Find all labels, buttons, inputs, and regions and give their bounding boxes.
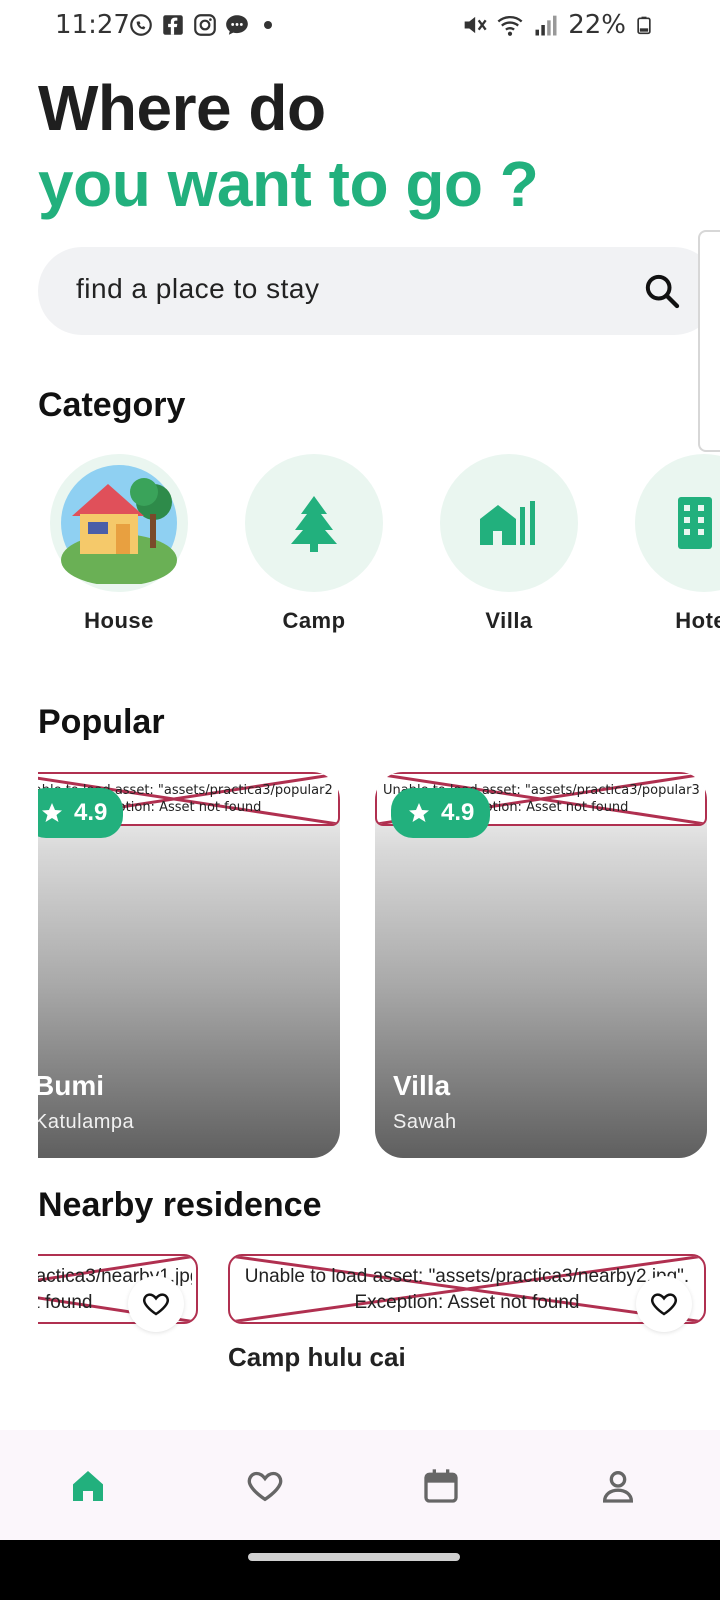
- signal-icon: [535, 15, 557, 36]
- category-list: House Camp Villa Hot: [0, 454, 720, 644]
- category-circle: [635, 454, 720, 592]
- nav-calendar[interactable]: [415, 1460, 467, 1512]
- title-line-2: you want to go ?: [38, 148, 539, 220]
- place-name: Bumi: [38, 1070, 104, 1101]
- system-gesture-bar: [0, 1540, 720, 1600]
- notification-icons: [128, 12, 272, 38]
- place-location: Katulampa: [38, 1111, 135, 1133]
- messages-icon: [226, 15, 248, 35]
- nearby-title: Nearby residence: [38, 1186, 322, 1224]
- category-label: House: [84, 608, 154, 633]
- calendar-icon: [424, 1469, 458, 1503]
- category-label: Villa: [485, 608, 533, 633]
- wifi-icon: [497, 15, 523, 36]
- category-title: Category: [38, 386, 186, 424]
- popular-card[interactable]: Unable to load asset: "assets/practica3/…: [375, 772, 707, 1158]
- person-icon: [602, 1471, 634, 1503]
- battery-icon: [637, 16, 651, 35]
- star-icon: [409, 803, 429, 822]
- category-item-camp[interactable]: Camp: [244, 454, 384, 634]
- category-circle: [50, 454, 188, 592]
- search-icon[interactable]: [642, 271, 682, 311]
- rating-badge: 4.9: [391, 788, 491, 838]
- rating-value: 4.9: [441, 799, 475, 826]
- nav-favorites[interactable]: [239, 1460, 291, 1512]
- place-name: Camp hulu cai: [228, 1342, 406, 1372]
- category-circle: [245, 454, 383, 592]
- category-label: Hotel: [675, 608, 720, 633]
- house-illustration-icon: [61, 465, 177, 584]
- popular-title: Popular: [38, 703, 165, 741]
- facebook-icon: [163, 15, 183, 35]
- status-bar: 11:27 22%: [0, 0, 720, 52]
- favorite-button[interactable]: [636, 1276, 692, 1332]
- error-message: Unable to load asset: "assets/practica3/…: [244, 1266, 690, 1287]
- whatsapp-icon: [130, 14, 152, 36]
- home-gesture-handle[interactable]: [248, 1553, 460, 1561]
- search-input[interactable]: find a place to stay: [38, 247, 718, 335]
- tree-icon: [291, 496, 337, 552]
- rating-value: 4.9: [74, 799, 108, 826]
- instagram-icon: [194, 14, 216, 36]
- place-name: Villa: [393, 1070, 451, 1101]
- favorite-button[interactable]: [128, 1276, 184, 1332]
- battery-percent: 22%: [568, 10, 626, 40]
- heart-outline-icon: [143, 1293, 169, 1316]
- category-item-hotel[interactable]: Hotel: [634, 454, 720, 634]
- nearby-list: Unable to load asset: "assets/practica3/…: [38, 1254, 720, 1394]
- nav-home[interactable]: [62, 1460, 114, 1512]
- more-notifications-dot: [264, 21, 272, 29]
- place-location: Sawah: [393, 1111, 457, 1133]
- search-placeholder: find a place to stay: [76, 273, 320, 304]
- category-item-house[interactable]: House: [49, 454, 189, 634]
- category-item-villa[interactable]: Villa: [439, 454, 579, 634]
- rating-badge: 4.9: [38, 788, 124, 838]
- category-circle: [440, 454, 578, 592]
- building-icon: [678, 497, 712, 549]
- nearby-card[interactable]: Unable to load asset: "assets/practica3/…: [228, 1254, 706, 1324]
- bottom-navigation: [0, 1430, 720, 1540]
- heart-icon: [247, 1471, 283, 1502]
- error-exception: Exception: Asset not found: [354, 1292, 580, 1313]
- nav-profile[interactable]: [592, 1460, 644, 1512]
- system-status: 22%: [460, 10, 654, 40]
- page-title: Where do you want to go ?: [38, 70, 539, 222]
- popular-list: Unable to load asset: "assets/practica3/…: [38, 772, 720, 1160]
- villa-icon: [480, 501, 535, 545]
- status-time: 11:27: [55, 10, 130, 40]
- title-line-1: Where do: [38, 72, 326, 144]
- category-label: Camp: [282, 608, 346, 633]
- edge-panel-handle[interactable]: [698, 230, 720, 452]
- home-icon: [73, 1471, 103, 1501]
- mute-icon: [464, 16, 487, 34]
- heart-outline-icon: [651, 1293, 677, 1316]
- star-icon: [42, 803, 62, 822]
- popular-card[interactable]: Unable to load asset: "assets/practica3/…: [38, 772, 340, 1158]
